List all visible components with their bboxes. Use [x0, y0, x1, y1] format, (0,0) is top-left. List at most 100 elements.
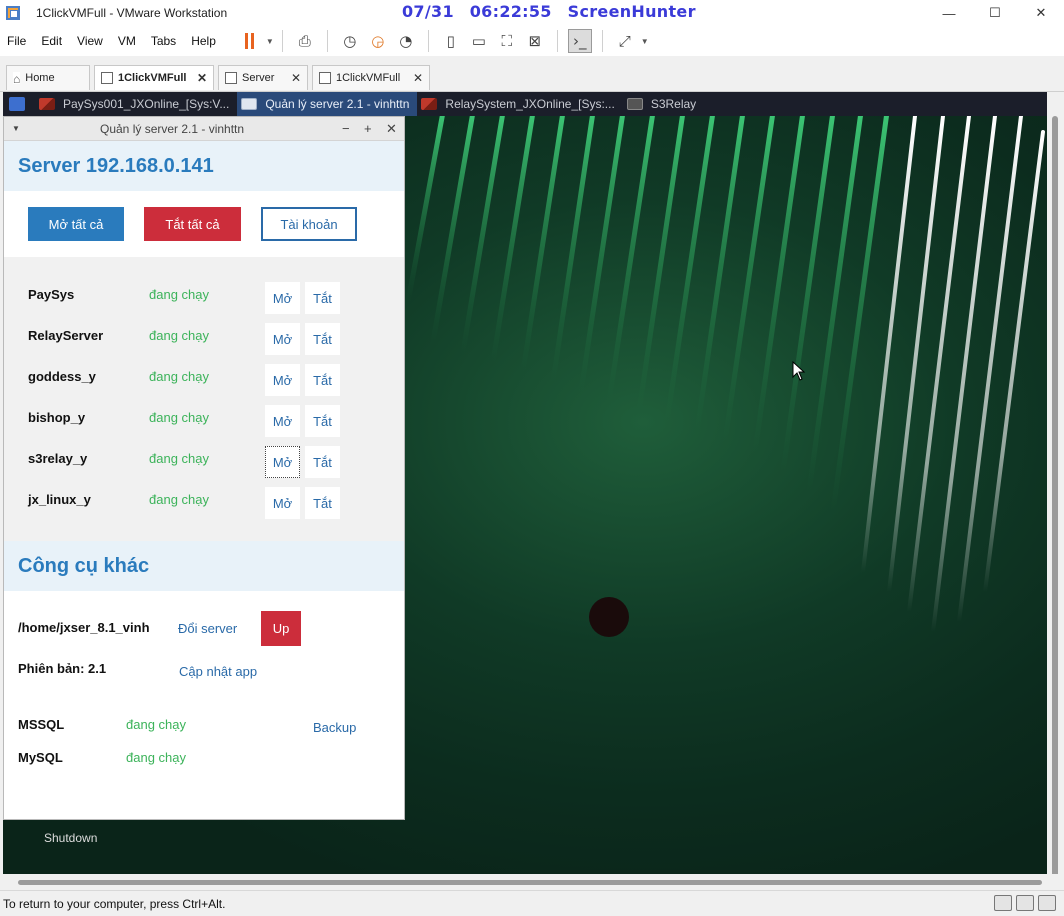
close-icon[interactable]: ✕ — [413, 71, 423, 85]
unity-button[interactable]: ⊠ — [523, 29, 547, 53]
app-close-button[interactable]: ✕ — [386, 121, 397, 137]
close-window-button[interactable]: ✕ — [1018, 0, 1064, 26]
toolbar-divider — [427, 30, 429, 52]
service-stop-button[interactable]: Tắt — [305, 446, 340, 478]
terminal-button[interactable]: ›_ — [567, 29, 592, 53]
horizontal-scrollbar[interactable] — [0, 874, 1064, 890]
window-menu-icon[interactable]: ▼ — [12, 124, 20, 133]
jx-game-icon — [39, 98, 55, 110]
tab-server[interactable]: Server ✕ — [218, 65, 308, 90]
service-row-paysys: PaySys đang chạy Mở Tắt — [4, 279, 404, 320]
terminal-icon: ›_ — [573, 32, 587, 50]
taskbar-item-server-manager[interactable]: Quản lý server 2.1 - vinhttn — [237, 92, 418, 116]
message-log-icon[interactable] — [1038, 895, 1056, 911]
status-message: To return to your computer, press Ctrl+A… — [3, 896, 226, 911]
chevron-down-icon[interactable]: ▼ — [266, 37, 274, 46]
version-label: Phiên bản: 2.1 — [18, 661, 107, 676]
library-button[interactable]: ▯ — [439, 29, 463, 53]
service-name: bishop_y — [28, 410, 86, 425]
screenhunter-date: 07/31 — [402, 2, 454, 21]
tab-label: Server — [242, 72, 275, 84]
vmware-app-icon — [6, 6, 20, 20]
tab-1clickvmfull-active[interactable]: 1ClickVMFull ✕ — [94, 65, 214, 90]
service-open-button[interactable]: Mở — [265, 446, 300, 478]
tab-1clickvmfull[interactable]: 1ClickVMFull ✕ — [312, 65, 430, 90]
service-open-button[interactable]: Mở — [265, 364, 300, 396]
open-all-button[interactable]: Mở tất cả — [28, 207, 124, 241]
menu-help[interactable]: Help — [184, 34, 222, 48]
service-row-jx-linux: jx_linux_y đang chạy Mở Tắt — [4, 484, 404, 525]
vertical-scrollbar[interactable] — [1047, 92, 1064, 916]
toolbar: ▼ ⎙ ◷ ◶ ◔ ▯ ▭ ⛶ ⊠ ›_ ⤢ ▼ — [236, 26, 649, 56]
fullscreen-icon: ⤢ — [618, 32, 631, 50]
service-open-button[interactable]: Mở — [265, 282, 300, 314]
service-stop-button[interactable]: Tắt — [305, 405, 340, 437]
service-stop-button[interactable]: Tắt — [305, 282, 340, 314]
toolbar-divider — [281, 30, 283, 52]
snapshot-button[interactable]: ◷ — [338, 29, 362, 53]
close-icon[interactable]: ✕ — [291, 71, 301, 85]
fit-guest-icon: ⛶ — [501, 32, 513, 50]
pause-button[interactable] — [238, 29, 262, 53]
close-icon[interactable]: ✕ — [197, 71, 207, 85]
tab-label: Home — [25, 72, 55, 84]
shutdown-label[interactable]: Shutdown — [44, 831, 97, 845]
update-app-link[interactable]: Cập nhật app — [179, 664, 257, 679]
maximize-button[interactable]: ☐ — [972, 0, 1018, 26]
menu-file[interactable]: File — [0, 34, 32, 48]
send-ctrl-alt-del-button[interactable]: ⎙ — [293, 29, 317, 53]
snapshot-manager-icon: ◔ — [399, 32, 413, 50]
window-titlebar: 1ClickVMFull - VMware Workstation 07/31 … — [0, 0, 1064, 26]
revert-snapshot-button[interactable]: ◶ — [366, 29, 390, 53]
service-stop-button[interactable]: Tắt — [305, 323, 340, 355]
chevron-down-icon[interactable]: ▼ — [641, 37, 649, 46]
network-icon[interactable] — [1016, 895, 1034, 911]
service-status: đang chạy — [149, 492, 209, 507]
service-stop-button[interactable]: Tắt — [305, 487, 340, 519]
hard-disk-icon[interactable] — [994, 895, 1012, 911]
service-stop-button[interactable]: Tắt — [305, 364, 340, 396]
service-open-button[interactable]: Mở — [265, 405, 300, 437]
service-open-button[interactable]: Mở — [265, 323, 300, 355]
console-view-button[interactable]: ▭ — [467, 29, 491, 53]
menu-tabs[interactable]: Tabs — [144, 34, 182, 48]
minimize-button[interactable]: — — [926, 0, 972, 26]
mssql-status: đang chạy — [126, 717, 186, 732]
fullscreen-button[interactable]: ⤢ — [613, 29, 637, 53]
app-maximize-button[interactable]: + — [364, 121, 372, 136]
change-server-link[interactable]: Đổi server — [178, 621, 237, 636]
service-open-button[interactable]: Mở — [265, 487, 300, 519]
menu-vm[interactable]: VM — [111, 34, 142, 48]
status-bar: To return to your computer, press Ctrl+A… — [0, 890, 1064, 916]
vertical-scroll-thumb[interactable] — [1052, 116, 1058, 916]
service-row-s3relay: s3relay_y đang chạy Mở Tắt — [4, 443, 404, 484]
service-status: đang chạy — [149, 410, 209, 425]
bulk-actions: Mở tất cả Tắt tất cả Tài khoản — [4, 191, 404, 257]
taskbar-item-s3relay[interactable]: S3Relay — [623, 92, 704, 116]
service-name: s3relay_y — [28, 451, 88, 466]
up-button[interactable]: Up — [261, 611, 301, 646]
backup-link[interactable]: Backup — [313, 720, 356, 735]
server-path: /home/jxser_8.1_vinh — [18, 620, 150, 635]
service-status: đang chạy — [149, 287, 209, 302]
vm-icon — [319, 72, 331, 84]
snapshot-manager-button[interactable]: ◔ — [394, 29, 418, 53]
menu-view[interactable]: View — [70, 34, 109, 48]
app-launcher-icon[interactable] — [9, 97, 25, 111]
console-view-icon: ▭ — [471, 32, 486, 50]
close-all-button[interactable]: Tắt tất cả — [144, 207, 241, 241]
desktop-dot — [589, 597, 629, 637]
vm-icon — [101, 72, 113, 84]
menu-edit[interactable]: Edit — [34, 34, 68, 48]
service-status: đang chạy — [149, 328, 209, 343]
taskbar-item-paysys[interactable]: PaySys001_JXOnline_[Sys:V... — [35, 92, 237, 116]
tab-home[interactable]: ⌂ Home — [6, 65, 90, 90]
pause-icon — [245, 33, 255, 49]
app-minimize-button[interactable]: − — [342, 121, 350, 136]
fit-guest-button[interactable]: ⛶ — [495, 29, 519, 53]
app-titlebar: ▼ Quản lý server 2.1 - vinhttn − + ✕ — [4, 117, 404, 141]
accounts-button[interactable]: Tài khoản — [261, 207, 357, 241]
taskbar-item-relaysystem[interactable]: RelaySystem_JXOnline_[Sys:... — [417, 92, 622, 116]
service-status: đang chạy — [149, 369, 209, 384]
horizontal-scroll-thumb[interactable] — [18, 880, 1042, 885]
